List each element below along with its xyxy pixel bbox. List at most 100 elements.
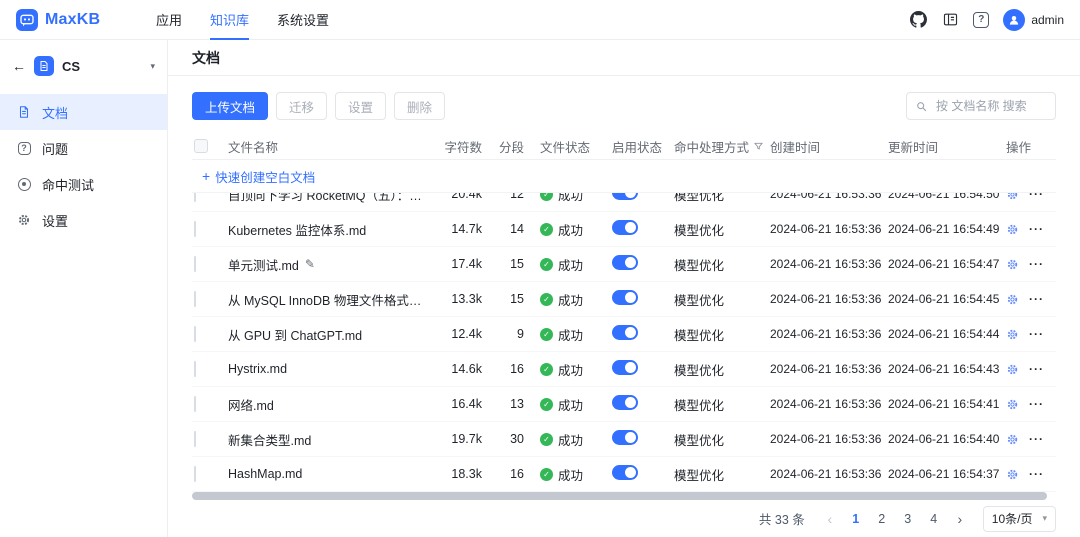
enable-toggle[interactable]	[612, 430, 638, 445]
page-size-select[interactable]: 10条/页	[983, 506, 1056, 532]
sidebar-item-settings[interactable]: 设置	[0, 202, 167, 238]
row-more-icon[interactable]	[1029, 362, 1044, 376]
nav-applications[interactable]: 应用	[142, 0, 196, 40]
select-all-checkbox[interactable]	[194, 139, 208, 153]
row-checkbox[interactable]	[194, 431, 196, 447]
table-row[interactable]: 网络.md 16.4k 13 成功 模型优化 2024-06-21 16:53:…	[192, 387, 1056, 422]
file-name[interactable]: Hystrix.md	[228, 362, 287, 376]
row-settings-icon[interactable]	[1006, 468, 1019, 481]
help-icon[interactable]	[973, 12, 989, 28]
next-page-icon[interactable]	[949, 508, 971, 530]
settings-button[interactable]: 设置	[335, 92, 386, 120]
page-button[interactable]: 4	[923, 508, 945, 530]
page-button[interactable]: 2	[871, 508, 893, 530]
table-row[interactable]: HashMap.md 18.3k 16 成功 模型优化 2024-06-21 1…	[192, 457, 1056, 492]
updated-time: 2024-06-21 16:54:47	[888, 257, 1006, 271]
status-label: 成功	[558, 255, 583, 274]
upload-document-button[interactable]: 上传文档	[192, 92, 268, 120]
status-success-icon	[540, 258, 553, 271]
row-settings-icon[interactable]	[1006, 193, 1019, 201]
row-settings-icon[interactable]	[1006, 398, 1019, 411]
created-time: 2024-06-21 16:53:36	[770, 432, 888, 446]
file-status: 成功	[540, 255, 612, 274]
kb-icon	[34, 56, 54, 76]
page-button[interactable]: 1	[845, 508, 867, 530]
table-row[interactable]: Hystrix.md 14.6k 16 成功 模型优化 2024-06-21 1…	[192, 352, 1056, 387]
brand[interactable]: MaxKB	[16, 9, 134, 31]
row-checkbox[interactable]	[194, 221, 196, 237]
file-name[interactable]: 单元测试.md	[228, 255, 299, 274]
search-box[interactable]	[906, 92, 1056, 120]
enable-toggle[interactable]	[612, 465, 638, 480]
table-row[interactable]: 从 GPU 到 ChatGPT.md 12.4k 9 成功 模型优化 2024-…	[192, 317, 1056, 352]
edit-icon[interactable]	[305, 257, 315, 271]
page-button[interactable]: 3	[897, 508, 919, 530]
sidebar-item-documents[interactable]: 文档	[0, 94, 167, 130]
status-label: 成功	[558, 430, 583, 449]
enable-toggle[interactable]	[612, 220, 638, 235]
enable-toggle[interactable]	[612, 193, 638, 200]
sidebar-item-hit-test[interactable]: 命中测试	[0, 166, 167, 202]
table-row[interactable]: 新集合类型.md 19.7k 30 成功 模型优化 2024-06-21 16:…	[192, 422, 1056, 457]
row-checkbox[interactable]	[194, 466, 196, 482]
enable-toggle[interactable]	[612, 395, 638, 410]
chevron-down-icon[interactable]	[150, 61, 155, 72]
search-input[interactable]	[934, 98, 1047, 114]
char-count: 20.4k	[440, 193, 498, 201]
prev-page-icon[interactable]	[819, 508, 841, 530]
row-checkbox[interactable]	[194, 361, 196, 377]
row-more-icon[interactable]	[1029, 432, 1044, 446]
file-name[interactable]: 网络.md	[228, 395, 274, 414]
enable-toggle[interactable]	[612, 290, 638, 305]
sidebar-item-questions[interactable]: 问题	[0, 130, 167, 166]
migrate-button[interactable]: 迁移	[276, 92, 327, 120]
file-name[interactable]: Kubernetes 监控体系.md	[228, 220, 366, 239]
file-name[interactable]: HashMap.md	[228, 467, 302, 481]
row-checkbox[interactable]	[194, 291, 196, 307]
enable-toggle[interactable]	[612, 325, 638, 340]
file-name[interactable]: 从 MySQL InnoDB 物理文件格式深入...	[228, 290, 430, 309]
brand-name: MaxKB	[45, 11, 100, 29]
file-name[interactable]: 新集合类型.md	[228, 430, 311, 449]
file-name[interactable]: 从 GPU 到 ChatGPT.md	[228, 325, 362, 344]
row-settings-icon[interactable]	[1006, 258, 1019, 271]
row-settings-icon[interactable]	[1006, 433, 1019, 446]
row-checkbox[interactable]	[194, 193, 196, 202]
table-row[interactable]: 自顶向下学习 RocketMQ（五）：顺序... 20.4k 12 成功 模型优…	[192, 193, 1056, 212]
row-more-icon[interactable]	[1029, 467, 1044, 481]
row-checkbox[interactable]	[194, 326, 196, 342]
row-settings-icon[interactable]	[1006, 328, 1019, 341]
table-row[interactable]: 单元测试.md 17.4k 15 成功 模型优化 2024-06-21 16:5…	[192, 247, 1056, 282]
nav-system-settings[interactable]: 系统设置	[263, 0, 343, 40]
row-more-icon[interactable]	[1029, 292, 1044, 306]
row-more-icon[interactable]	[1029, 193, 1044, 201]
status-success-icon	[540, 193, 553, 201]
row-settings-icon[interactable]	[1006, 293, 1019, 306]
row-checkbox[interactable]	[194, 256, 196, 272]
row-more-icon[interactable]	[1029, 222, 1044, 236]
nav-knowledge-base[interactable]: 知识库	[196, 0, 263, 40]
github-icon[interactable]	[909, 11, 927, 29]
row-more-icon[interactable]	[1029, 257, 1044, 271]
horizontal-scrollbar[interactable]	[192, 492, 1056, 500]
char-count: 19.7k	[440, 432, 498, 446]
file-name[interactable]: 自顶向下学习 RocketMQ（五）：顺序...	[228, 193, 430, 204]
table-row[interactable]: Kubernetes 监控体系.md 14.7k 14 成功 模型优化 2024…	[192, 212, 1056, 247]
row-more-icon[interactable]	[1029, 327, 1044, 341]
kb-switcher[interactable]: CS	[0, 48, 167, 84]
enable-toggle[interactable]	[612, 360, 638, 375]
row-settings-icon[interactable]	[1006, 363, 1019, 376]
filter-icon[interactable]	[753, 141, 764, 152]
quick-create-blank-document[interactable]: 快速创建空白文档	[192, 160, 1056, 193]
updated-time: 2024-06-21 16:54:43	[888, 362, 1006, 376]
scrollbar-thumb[interactable]	[192, 492, 1047, 500]
enable-toggle[interactable]	[612, 255, 638, 270]
back-arrow-icon[interactable]	[12, 59, 26, 73]
row-more-icon[interactable]	[1029, 397, 1044, 411]
row-settings-icon[interactable]	[1006, 223, 1019, 236]
table-row[interactable]: 从 MySQL InnoDB 物理文件格式深入... 13.3k 15 成功 模…	[192, 282, 1056, 317]
docs-icon[interactable]	[941, 11, 959, 29]
delete-button[interactable]: 删除	[394, 92, 445, 120]
row-checkbox[interactable]	[194, 396, 196, 412]
user-menu[interactable]: admin	[1003, 9, 1064, 31]
